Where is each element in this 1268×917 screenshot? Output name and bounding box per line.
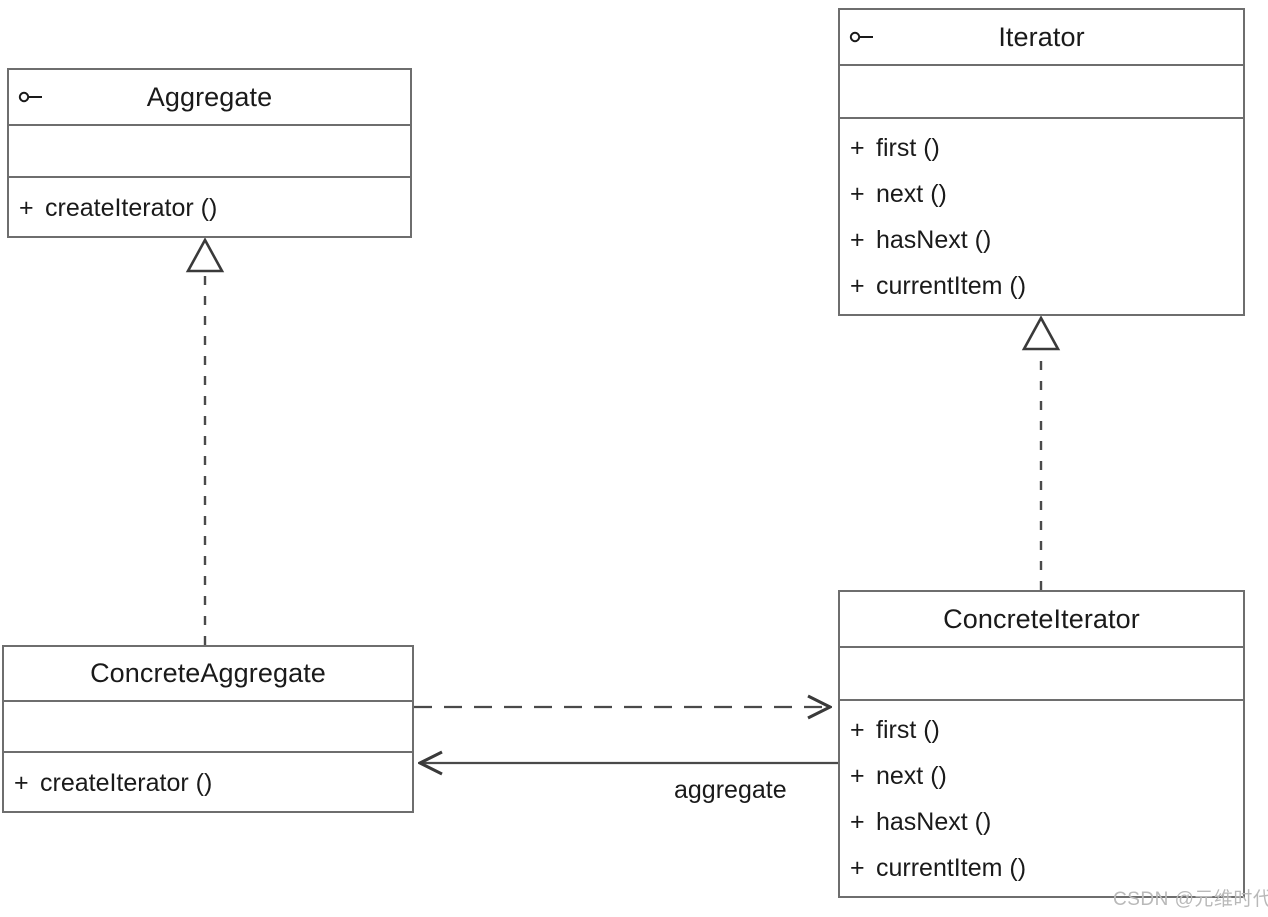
- operation-row[interactable]: + first (): [840, 708, 1243, 754]
- interface-lollipop-icon: [849, 31, 873, 43]
- attributes-compartment-iterator: [840, 66, 1243, 119]
- operations-compartment-iterator: + first () + next () + hasNext () + curr…: [840, 119, 1243, 314]
- operation-signature: first (): [876, 716, 940, 744]
- operation-visibility: +: [14, 768, 29, 797]
- class-box-concrete-aggregate[interactable]: ConcreteAggregate + createIterator (): [2, 645, 414, 813]
- operation-visibility: +: [850, 716, 865, 744]
- operation-signature: first (): [876, 134, 940, 162]
- attributes-compartment-concrete-iterator: [840, 648, 1243, 701]
- operations-compartment-aggregate: + createIterator (): [9, 178, 410, 236]
- operations-compartment-concrete-iterator: + first () + next () + hasNext () + curr…: [840, 701, 1243, 896]
- operation-row[interactable]: + next (): [840, 172, 1243, 218]
- operation-row[interactable]: + createIterator (): [9, 185, 410, 231]
- class-title-aggregate: Aggregate: [146, 81, 273, 112]
- class-name-compartment-concrete-iterator: ConcreteIterator: [840, 592, 1243, 648]
- association-role-label-aggregate: aggregate: [674, 776, 787, 804]
- attributes-compartment-aggregate: [9, 126, 410, 178]
- operation-signature: createIterator (): [40, 768, 213, 797]
- class-title-concrete-iterator: ConcreteIterator: [943, 603, 1140, 634]
- class-name-compartment-concrete-aggregate: ConcreteAggregate: [4, 647, 412, 702]
- operation-visibility: +: [850, 134, 865, 162]
- class-title-iterator: Iterator: [998, 21, 1085, 52]
- class-name-compartment-aggregate: Aggregate: [9, 70, 410, 126]
- operation-visibility: +: [850, 762, 865, 790]
- interface-lollipop-icon: [18, 91, 42, 103]
- attributes-compartment-concrete-aggregate: [4, 702, 412, 753]
- class-box-iterator[interactable]: Iterator + first () + next () + hasNext …: [838, 8, 1245, 316]
- class-title-concrete-aggregate: ConcreteAggregate: [90, 658, 326, 688]
- operation-row[interactable]: + currentItem (): [840, 846, 1243, 892]
- operation-row[interactable]: + currentItem (): [840, 264, 1243, 310]
- class-box-concrete-iterator[interactable]: ConcreteIterator + first () + next () + …: [838, 590, 1245, 898]
- operation-signature: hasNext (): [876, 808, 992, 836]
- operation-signature: currentItem (): [876, 854, 1027, 882]
- csdn-watermark: CSDN @元维时代: [1113, 889, 1268, 910]
- uml-diagram-canvas: Aggregate + createIterator () Iterator +…: [0, 0, 1268, 917]
- operation-row[interactable]: + createIterator (): [4, 760, 412, 806]
- operation-visibility: +: [850, 808, 865, 836]
- operation-visibility: +: [850, 180, 865, 208]
- operation-row[interactable]: + hasNext (): [840, 800, 1243, 846]
- operations-compartment-concrete-aggregate: + createIterator (): [4, 753, 412, 811]
- operation-signature: hasNext (): [876, 226, 992, 254]
- class-name-compartment-iterator: Iterator: [840, 10, 1243, 66]
- class-box-aggregate[interactable]: Aggregate + createIterator (): [7, 68, 412, 238]
- operation-visibility: +: [19, 193, 34, 222]
- operation-signature: next (): [876, 762, 947, 790]
- operation-row[interactable]: + first (): [840, 126, 1243, 172]
- operation-row[interactable]: + hasNext (): [840, 218, 1243, 264]
- relationship-realization-iterator: [1021, 315, 1061, 590]
- operation-signature: currentItem (): [876, 272, 1027, 300]
- operation-row[interactable]: + next (): [840, 754, 1243, 800]
- operation-signature: next (): [876, 180, 947, 208]
- relationship-realization-aggregate: [185, 237, 225, 645]
- operation-visibility: +: [850, 272, 865, 300]
- operation-signature: createIterator (): [45, 193, 218, 222]
- operation-visibility: +: [850, 854, 865, 882]
- operation-visibility: +: [850, 226, 865, 254]
